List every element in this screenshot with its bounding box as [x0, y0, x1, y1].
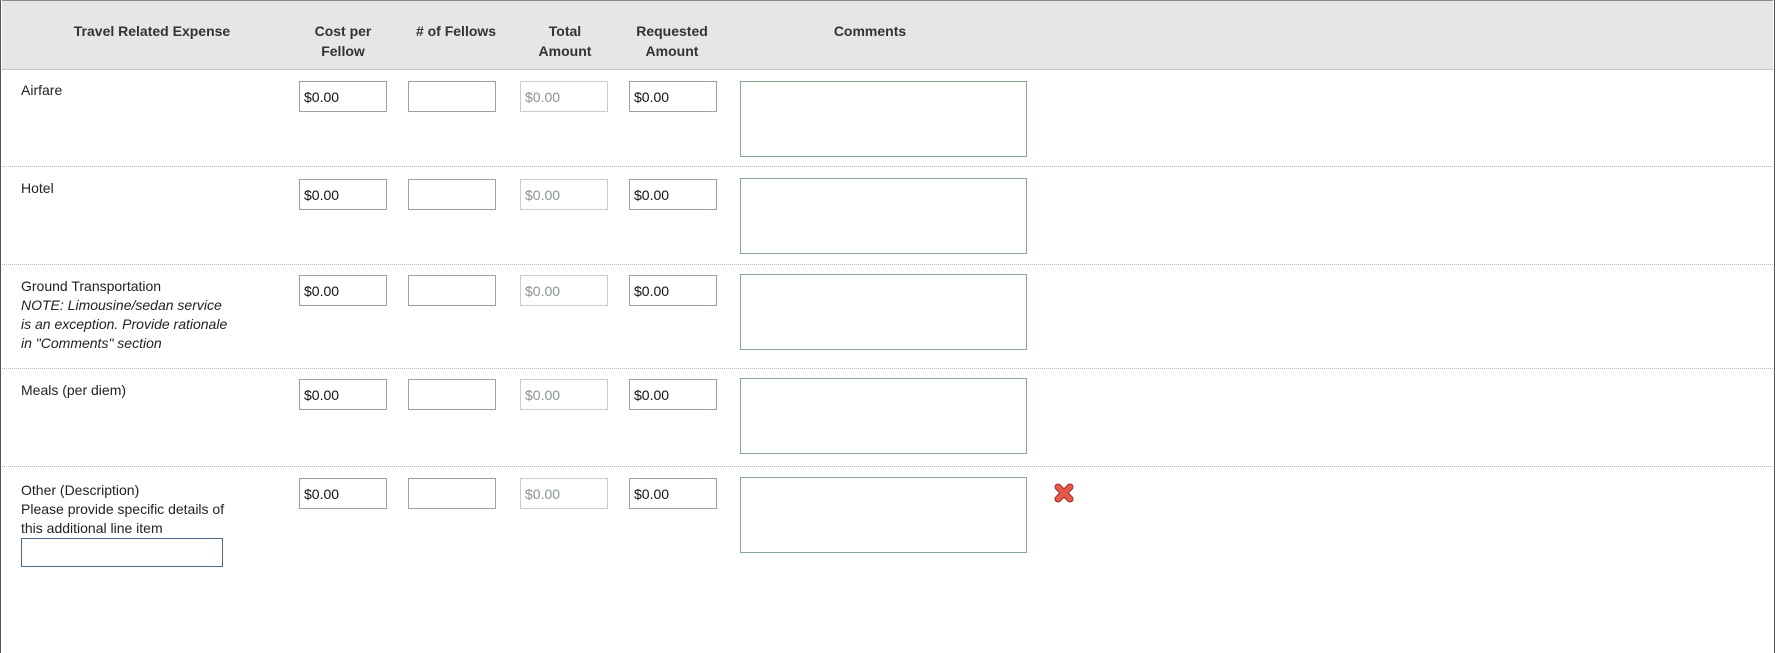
header-comments: Comments [833, 23, 907, 39]
comments-textarea[interactable] [740, 81, 1027, 157]
cost-per-fellow-input[interactable] [299, 179, 387, 210]
ground-transportation-label: Ground Transportation [21, 278, 162, 294]
row-label-meals: Meals (per diem) [21, 382, 127, 398]
total-amount-field [520, 81, 608, 112]
requested-amount-input[interactable] [629, 275, 717, 306]
expense-table: Travel Related Expense Cost per Fellow #… [0, 0, 1775, 653]
comments-textarea[interactable] [740, 178, 1027, 254]
total-amount-field [520, 275, 608, 306]
requested-amount-input[interactable] [629, 478, 717, 509]
header-cost-line1: Cost per [314, 23, 372, 39]
delete-x-icon-graphic [1054, 483, 1074, 503]
header-fellows: # of Fellows [415, 23, 497, 39]
num-fellows-input[interactable] [408, 379, 496, 410]
num-fellows-input[interactable] [408, 81, 496, 112]
row-label-hotel: Hotel [21, 180, 54, 196]
total-amount-field [520, 179, 608, 210]
table-row: Meals (per diem) [2, 369, 1773, 467]
help-text-line: Please provide specific details of [21, 501, 225, 517]
requested-amount-input[interactable] [629, 179, 717, 210]
cost-per-fellow-input[interactable] [299, 379, 387, 410]
row-label-other: Other (Description) Please provide speci… [21, 481, 224, 538]
total-amount-field [520, 379, 608, 410]
table-header: Travel Related Expense Cost per Fellow #… [2, 0, 1773, 70]
comments-textarea[interactable] [740, 477, 1027, 553]
header-total-amount: Total Amount [520, 21, 610, 61]
comments-textarea[interactable] [740, 378, 1027, 454]
num-fellows-input[interactable] [408, 179, 496, 210]
cost-per-fellow-input[interactable] [299, 478, 387, 509]
header-expense: Travel Related Expense [73, 23, 231, 39]
table-row: Other (Description) Please provide speci… [2, 467, 1773, 653]
header-cost-line2: Fellow [321, 43, 365, 59]
table-row: Hotel [2, 167, 1773, 265]
note-line: in "Comments" section [21, 335, 162, 351]
cost-per-fellow-input[interactable] [299, 81, 387, 112]
header-cost-per-fellow: Cost per Fellow [293, 21, 393, 61]
requested-amount-input[interactable] [629, 81, 717, 112]
note-line: is an exception. Provide rationale [21, 316, 228, 332]
num-fellows-input[interactable] [408, 275, 496, 306]
cost-per-fellow-input[interactable] [299, 275, 387, 306]
comments-textarea[interactable] [740, 274, 1027, 350]
requested-amount-input[interactable] [629, 379, 717, 410]
header-requested-amount: Requested Amount [622, 21, 722, 61]
header-total-line1: Total [548, 23, 582, 39]
other-description-label: Other (Description) [21, 482, 140, 498]
num-fellows-input[interactable] [408, 478, 496, 509]
table-row: Airfare [2, 69, 1773, 167]
help-text-line: this additional line item [21, 520, 163, 536]
header-requested-line1: Requested [636, 23, 708, 39]
total-amount-field [520, 478, 608, 509]
note-line: NOTE: Limousine/sedan service [21, 297, 222, 313]
delete-x-icon[interactable] [1053, 482, 1075, 504]
other-description-input[interactable] [21, 538, 223, 567]
row-label-ground-transportation: Ground Transportation NOTE: Limousine/se… [21, 277, 227, 353]
row-label-airfare: Airfare [21, 82, 63, 98]
table-row: Ground Transportation NOTE: Limousine/se… [2, 265, 1773, 369]
header-total-line2: Amount [538, 43, 592, 59]
header-requested-line2: Amount [645, 43, 699, 59]
